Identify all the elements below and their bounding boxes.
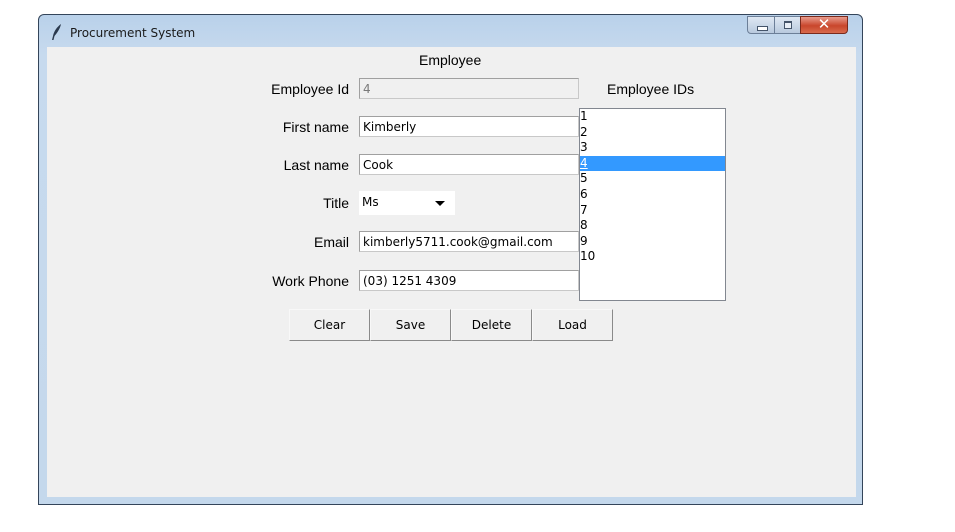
list-item[interactable]: 2 [580,125,725,141]
list-item[interactable]: 1 [580,109,725,125]
window-title: Procurement System [70,26,196,40]
app-window: Procurement System ✕ Employee Employee I… [38,14,863,505]
title-dropdown-value: Ms [362,195,379,209]
title-dropdown[interactable]: Ms [359,191,455,215]
last-name-field[interactable] [359,154,579,175]
feather-icon [52,24,61,40]
title-bar[interactable]: Procurement System ✕ [39,15,862,47]
employee-ids-label: Employee IDs [607,81,695,97]
email-label: Email [313,234,349,250]
list-item[interactable]: 5 [580,171,725,187]
save-button[interactable]: Save [370,309,451,341]
email-field[interactable] [359,231,579,252]
title-label: Title [323,195,349,211]
maximize-button[interactable] [774,16,801,34]
work-phone-field[interactable] [359,270,579,291]
employee-id-field[interactable] [359,78,579,99]
list-item[interactable]: 6 [580,187,725,203]
form-heading: Employee [419,52,482,68]
employee-id-label: Employee Id [271,81,349,97]
close-icon: ✕ [817,15,831,33]
list-item-selected[interactable]: 4 [580,155,725,172]
list-item[interactable]: 10 [580,249,725,265]
first-name-label: First name [282,119,349,135]
minimize-button[interactable] [747,16,775,34]
employee-ids-listbox[interactable]: 1 2 3 4 5 6 7 8 9 10 [579,108,726,301]
clear-button[interactable]: Clear [289,309,370,341]
list-item[interactable]: 8 [580,218,725,234]
load-button[interactable]: Load [532,309,613,341]
first-name-field[interactable] [359,116,579,137]
list-item[interactable]: 7 [580,203,725,219]
delete-button[interactable]: Delete [451,309,532,341]
chevron-down-icon[interactable] [435,201,445,206]
close-button[interactable]: ✕ [800,15,848,34]
client-area: Employee Employee Id First name Last nam… [47,47,856,497]
list-item[interactable]: 3 [580,140,725,156]
work-phone-label: Work Phone [272,273,349,289]
last-name-label: Last name [283,157,349,173]
list-item[interactable]: 9 [580,234,725,250]
